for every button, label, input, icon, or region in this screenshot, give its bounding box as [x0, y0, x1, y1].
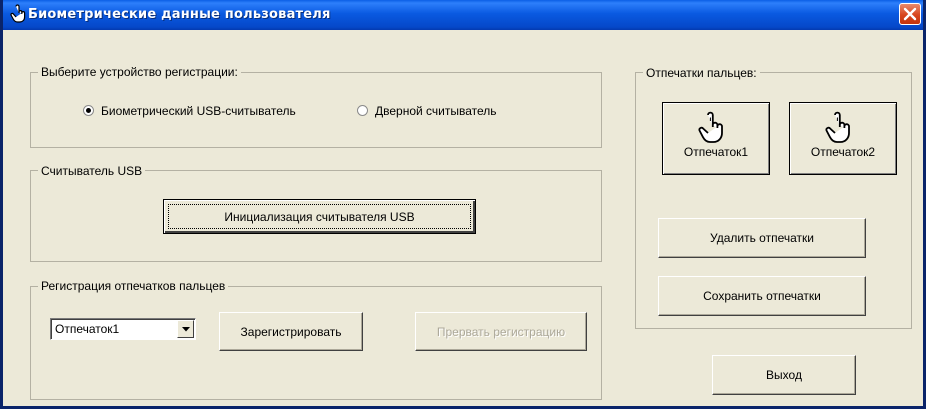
radio-selected-dot: [86, 108, 91, 113]
device-selection-label: Выберите устройство регистрации:: [38, 65, 241, 79]
save-fingerprints-button[interactable]: Сохранить отпечатки: [658, 276, 866, 316]
fingerprint-1-label: Отпечаток1: [683, 145, 749, 159]
close-button[interactable]: [899, 3, 921, 25]
chevron-down-icon: [182, 327, 190, 332]
radio-door-reader[interactable]: Дверной считыватель: [357, 104, 537, 118]
registration-label: Регистрация отпечатков пальцев: [38, 279, 229, 293]
fingerprint-select-value: Отпечаток1: [55, 322, 120, 336]
title-bar[interactable]: Биометрические данные пользователя: [3, 0, 923, 30]
radio-usb-reader-circle[interactable]: [83, 105, 94, 116]
radio-door-reader-label: Дверной считыватель: [375, 104, 497, 118]
abort-registration-label: Прервать регистрацию: [436, 324, 566, 339]
hand-pointer-icon: [697, 111, 727, 148]
fingerprint-2-label: Отпечаток2: [810, 145, 876, 159]
dropdown-button[interactable]: [177, 320, 194, 338]
abort-registration-button[interactable]: Прервать регистрацию: [415, 312, 587, 351]
hand-pointer-icon: [9, 4, 27, 24]
exit-button[interactable]: Выход: [712, 355, 856, 395]
radio-door-reader-circle[interactable]: [357, 105, 368, 116]
init-usb-reader-button[interactable]: Инициализация считывателя USB: [163, 199, 476, 234]
delete-fingerprints-button[interactable]: Удалить отпечатки: [658, 218, 866, 258]
fingerprint-1-button[interactable]: Отпечаток1: [662, 102, 770, 175]
fingerprints-label: Отпечатки пальцев:: [643, 66, 760, 80]
close-icon: [903, 7, 917, 21]
register-button-label: Зарегистрировать: [240, 324, 342, 339]
radio-usb-reader-label: Биометрический USB-считыватель: [101, 104, 296, 118]
window-title: Биометрические данные пользователя: [28, 7, 331, 22]
exit-button-label: Выход: [766, 368, 802, 382]
save-fingerprints-label: Сохранить отпечатки: [703, 289, 821, 303]
fingerprint-select[interactable]: Отпечаток1: [50, 318, 196, 340]
init-usb-reader-label: Инициализация считывателя USB: [224, 209, 415, 224]
hand-pointer-icon: [824, 111, 854, 148]
fingerprint-2-button[interactable]: Отпечаток2: [789, 102, 897, 175]
radio-usb-reader[interactable]: Биометрический USB-считыватель: [83, 104, 323, 118]
usb-reader-label: Считыватель USB: [38, 164, 146, 178]
delete-fingerprints-label: Удалить отпечатки: [710, 231, 814, 245]
register-button[interactable]: Зарегистрировать: [219, 312, 363, 351]
dialog-window: Биометрические данные пользователя Выбер…: [0, 0, 926, 409]
